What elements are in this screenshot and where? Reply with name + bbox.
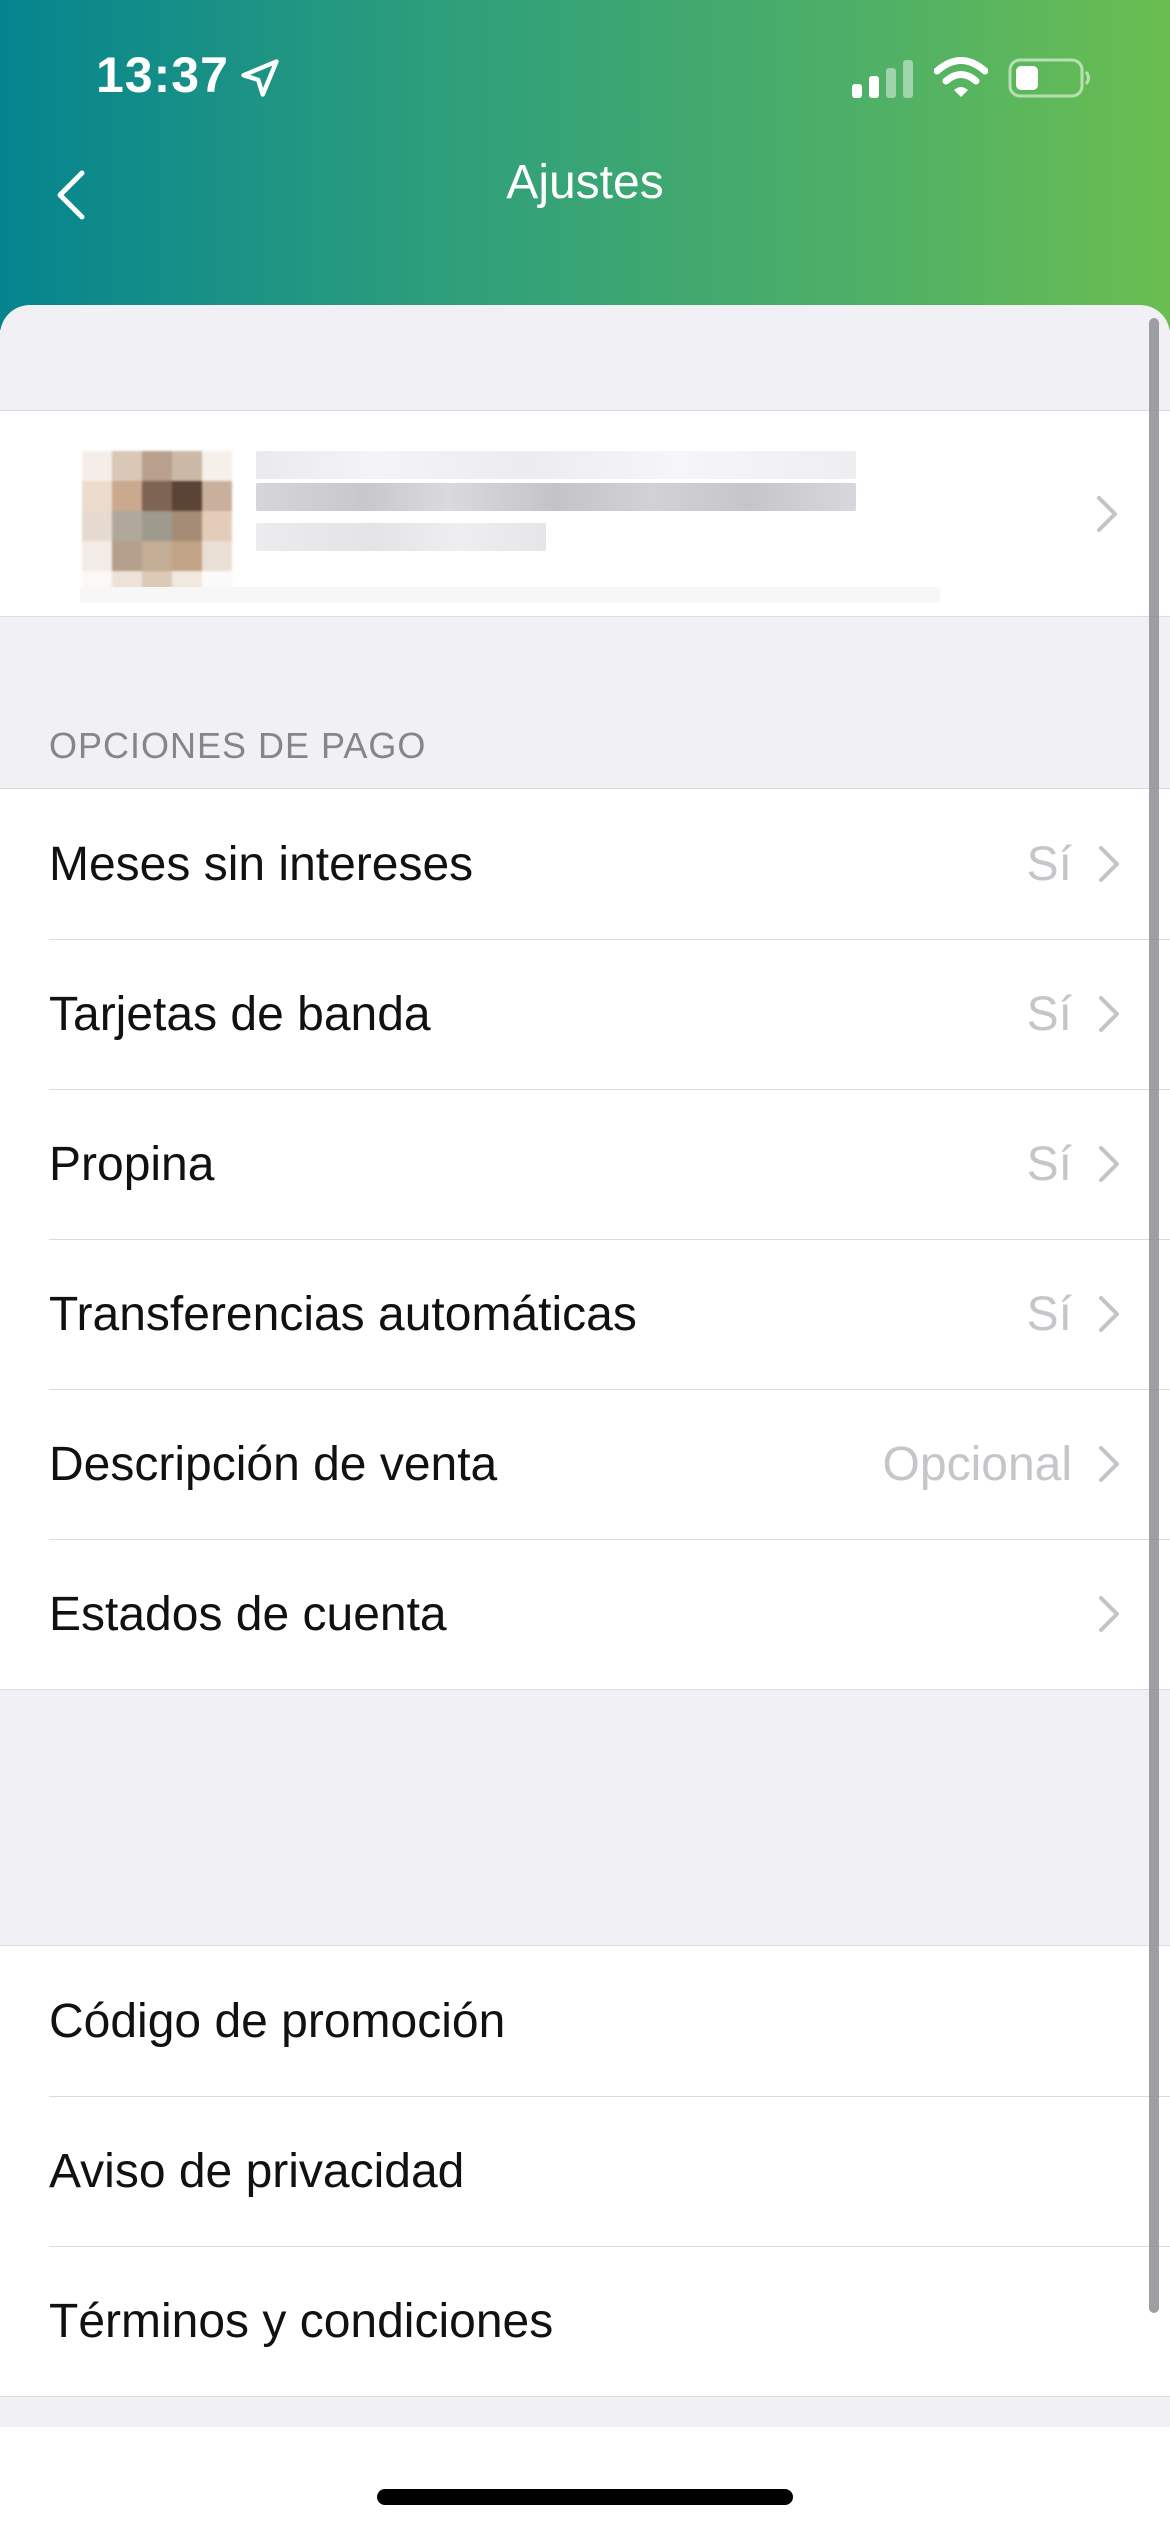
row-tarjetas-de-banda[interactable]: Tarjetas de banda Sí xyxy=(0,939,1170,1089)
row-estados-de-cuenta[interactable]: Estados de cuenta xyxy=(0,1539,1170,1689)
row-label: Código de promoción xyxy=(49,1994,506,2048)
row-value: Sí xyxy=(1026,837,1072,891)
wifi-icon xyxy=(934,57,988,97)
row-label: Descripción de venta xyxy=(49,1437,498,1491)
blurred-name xyxy=(256,451,856,479)
row-transferencias-automaticas[interactable]: Transferencias automáticas Sí xyxy=(0,1239,1170,1389)
row-value: Sí xyxy=(1026,987,1072,1041)
row-descripcion-de-venta[interactable]: Descripción de venta Opcional xyxy=(0,1389,1170,1539)
row-propina[interactable]: Propina Sí xyxy=(0,1089,1170,1239)
row-label: Meses sin intereses xyxy=(49,837,474,891)
home-area xyxy=(0,2427,1170,2532)
row-aviso-de-privacidad[interactable]: Aviso de privacidad xyxy=(0,2096,1170,2246)
row-codigo-de-promocion[interactable]: Código de promoción xyxy=(0,1946,1170,2096)
location-arrow-icon xyxy=(241,59,279,97)
row-value: Opcional xyxy=(882,1437,1072,1491)
row-label: Términos y condiciones xyxy=(49,2294,554,2348)
section-header-payment-options: OPCIONES DE PAGO xyxy=(49,725,427,766)
payment-options-group: Meses sin intereses Sí Tarjetas de banda… xyxy=(0,788,1170,1690)
row-meses-sin-intereses[interactable]: Meses sin intereses Sí xyxy=(0,789,1170,939)
row-label: Estados de cuenta xyxy=(49,1587,447,1641)
chevron-right-icon xyxy=(1097,496,1117,532)
chevron-right-icon xyxy=(1099,1446,1119,1482)
blurred-details xyxy=(256,483,856,511)
row-label: Transferencias automáticas xyxy=(49,1287,637,1341)
row-value: Sí xyxy=(1026,1137,1072,1191)
navigation-header: 13:37 Ajustes xyxy=(0,0,1170,330)
blurred-footer xyxy=(80,587,940,603)
cellular-signal-icon xyxy=(852,60,913,98)
chevron-right-icon xyxy=(1099,1596,1119,1632)
settings-sheet: OPCIONES DE PAGO Meses sin intereses Sí … xyxy=(0,305,1170,2427)
blurred-subtitle xyxy=(256,523,546,551)
row-terminos-y-condiciones[interactable]: Términos y condiciones xyxy=(0,2246,1170,2396)
chevron-right-icon xyxy=(1099,996,1119,1032)
row-label: Aviso de privacidad xyxy=(49,2144,465,2198)
page-title: Ajustes xyxy=(506,156,664,209)
home-indicator[interactable] xyxy=(377,2489,793,2505)
battery-icon xyxy=(1008,58,1090,98)
info-group: Código de promoción Aviso de privacidad … xyxy=(0,1945,1170,2397)
status-time: 13:37 xyxy=(96,47,229,103)
profile-card[interactable] xyxy=(0,410,1170,617)
row-value: Sí xyxy=(1026,1287,1072,1341)
row-label: Propina xyxy=(49,1137,215,1191)
scrollbar[interactable] xyxy=(1149,318,1159,2313)
row-label: Tarjetas de banda xyxy=(49,987,431,1041)
chevron-right-icon xyxy=(1099,846,1119,882)
chevron-right-icon xyxy=(1099,1296,1119,1332)
chevron-right-icon xyxy=(1099,1146,1119,1182)
avatar xyxy=(82,451,232,601)
